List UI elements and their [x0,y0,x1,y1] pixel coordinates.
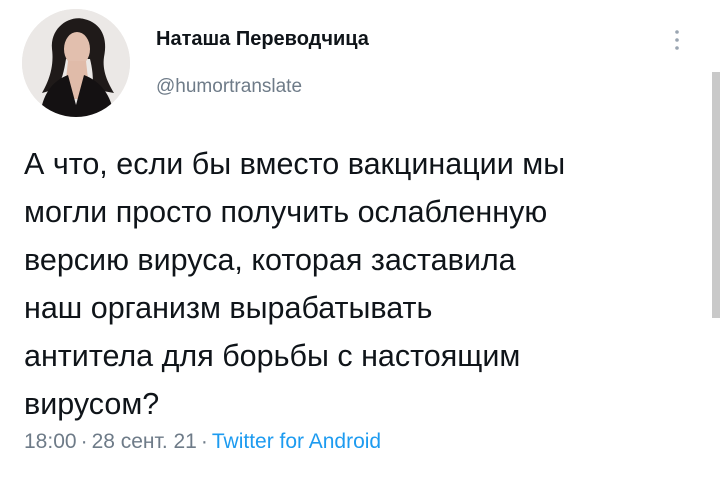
author-display-name[interactable]: Наташа Переводчица [156,28,369,51]
scrollbar-thumb[interactable] [712,72,720,318]
author-handle[interactable]: @humortranslate [156,76,302,98]
tweet-meta: 18:00 · 28 сент. 21 · Twitter for Android [24,430,381,454]
profile-photo-icon [22,9,130,117]
meta-separator: · [80,430,88,453]
more-vertical-icon[interactable] [671,28,683,52]
tweet-text: А что, если бы вместо вакцинации мы могл… [24,147,566,421]
tweet-source-link[interactable]: Twitter for Android [212,430,381,453]
tweet-card: Наташа Переводчица @humortranslate А что… [0,0,720,479]
tweet-date[interactable]: 28 сент. 21 [92,430,197,453]
meta-separator: · [200,430,208,453]
avatar[interactable] [22,9,130,117]
tweet-time[interactable]: 18:00 [24,430,77,453]
